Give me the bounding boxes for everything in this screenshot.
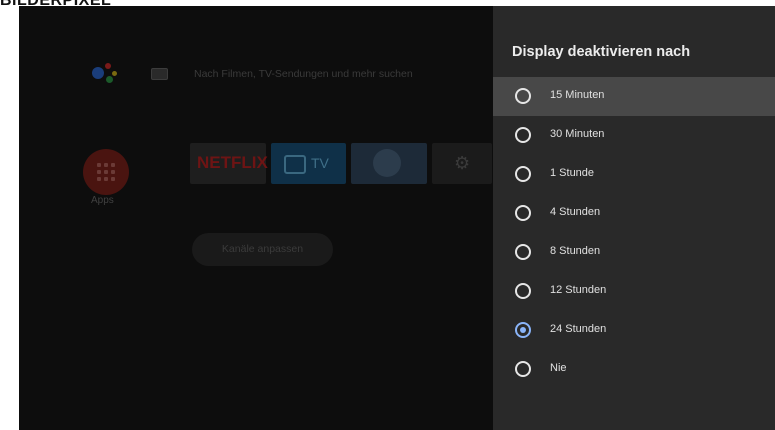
option-label: 30 Minuten [550,128,605,140]
option-label: 15 Minuten [550,89,605,101]
option-row[interactable]: 1 Stunde [493,155,775,194]
option-label: 12 Stunden [550,284,607,296]
option-label: 4 Stunden [550,206,601,218]
keyboard-icon[interactable] [151,68,168,80]
option-row[interactable]: 4 Stunden [493,194,775,233]
game-tile[interactable] [351,143,427,184]
radio-unchecked-icon[interactable] [515,244,531,260]
netflix-logo: NETFLIX [197,153,268,172]
settings-tile[interactable]: ⚙ [432,143,492,184]
option-label: 24 Stunden [550,323,607,335]
radio-unchecked-icon[interactable] [515,88,531,104]
radio-unchecked-icon[interactable] [515,283,531,299]
radio-unchecked-icon[interactable] [515,205,531,221]
option-row[interactable]: 30 Minuten [493,116,775,155]
option-label: 8 Stunden [550,245,601,257]
option-label: Nie [550,362,567,374]
radio-unchecked-icon[interactable] [515,361,531,377]
option-row[interactable]: Nie [493,350,775,389]
option-row[interactable]: 8 Stunden [493,233,775,272]
customize-channels-button[interactable]: Kanäle anpassen [192,233,333,266]
tv-tile[interactable]: TV [271,143,346,184]
radio-unchecked-icon[interactable] [515,166,531,182]
radio-checked-icon[interactable] [515,322,531,338]
gear-icon: ⚙ [454,153,471,173]
display-timeout-panel: Display deaktivieren nach 15 Minuten 30 M… [493,6,775,430]
game-icon [373,149,401,177]
apps-button[interactable] [83,149,129,195]
option-label: 1 Stunde [550,167,595,179]
tv-screen: Nach Filmen, TV-Sendungen und mehr suche… [19,6,775,430]
option-row[interactable]: 24 Stunden [493,311,775,350]
search-hint[interactable]: Nach Filmen, TV-Sendungen und mehr suche… [194,68,413,80]
option-row[interactable]: 15 Minuten [493,77,775,116]
tv-tile-label: TV [311,155,329,171]
radio-unchecked-icon[interactable] [515,127,531,143]
google-assistant-icon[interactable] [92,63,118,85]
apps-grid-icon [97,163,115,181]
panel-title: Display deaktivieren nach [512,44,691,60]
option-row[interactable]: 12 Stunden [493,272,775,311]
netflix-tile[interactable]: NETFLIX [190,143,268,184]
tv-icon [284,155,306,174]
apps-label: Apps [91,195,114,206]
